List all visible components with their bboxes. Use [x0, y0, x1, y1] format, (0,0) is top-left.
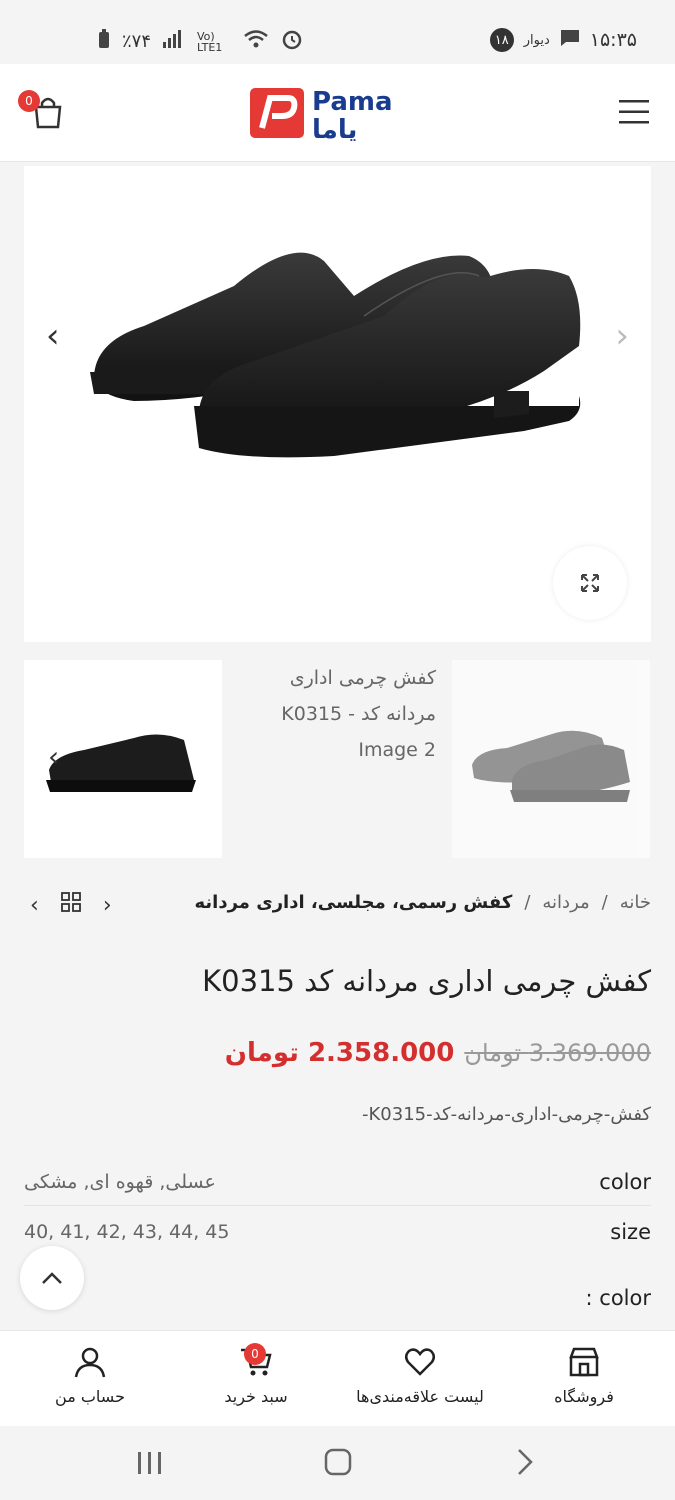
product-title: کفش چرمی اداری مردانه کد K0315 — [202, 964, 651, 998]
thumbnail-1[interactable]: ‹ — [24, 660, 222, 858]
pama-logo[interactable]: Pama پاما — [250, 84, 440, 145]
clock: ۱۵:۳۵ — [589, 29, 637, 51]
prev-product-arrow[interactable]: ‹ — [30, 893, 39, 918]
network-type: Vo) LTE1 — [197, 29, 223, 54]
bottom-nav-wishlist-label: لیست علاقه‌مندی‌ها — [356, 1387, 484, 1406]
header-cart-count-badge: 0 — [18, 90, 40, 112]
thumbnail-2-alt-text: کفش چرمی اداری مردانه کد - K0315 Image 2 — [281, 667, 436, 761]
notification-count-badge: ۱۸ — [489, 28, 514, 52]
thumbnail-2[interactable]: کفش چرمی اداری مردانه کد - K0315 Image 2 — [238, 660, 436, 858]
color-selector-label: : color — [585, 1286, 651, 1310]
gallery-thumbnails: ‹ کفش چرمی اداری مردانه کد - K0315 Image… — [24, 660, 651, 858]
home-button[interactable] — [324, 1446, 352, 1484]
chevron-right-icon — [518, 1449, 533, 1475]
expand-icon — [581, 574, 599, 592]
breadcrumb-item-home[interactable]: خانه — [620, 892, 651, 913]
recent-apps-icon — [138, 1452, 161, 1474]
signal-icon — [163, 30, 185, 53]
attribute-color-value: عسلی, قهوه ای, مشکی — [24, 1170, 216, 1193]
status-left: ٪۷۴ Vo) LTE1 — [98, 28, 303, 55]
bottom-navigation: فروشگاه لیست علاقه‌مندی‌ها 0 سبد خرید حس… — [0, 1330, 675, 1426]
breadcrumb: خانه / مردانه / کفش رسمی، مجلسی، اداری م… — [195, 892, 652, 913]
bottom-nav-cart[interactable]: 0 سبد خرید — [176, 1343, 336, 1406]
home-icon — [324, 1448, 352, 1476]
bottom-nav-account-label: حساب من — [55, 1387, 125, 1406]
thumbnail-prev-arrow[interactable]: ‹ — [48, 740, 59, 773]
bottom-nav-shop[interactable]: فروشگاه — [504, 1345, 664, 1406]
gallery-next-arrow[interactable]: › — [615, 316, 629, 356]
attribute-size-label: size — [610, 1220, 651, 1244]
bottom-nav-shop-label: فروشگاه — [554, 1387, 614, 1406]
breadcrumb-item-category[interactable]: کفش رسمی، مجلسی، اداری مردانه — [195, 892, 513, 913]
logo-persian-text: پاما — [312, 115, 357, 142]
back-button[interactable] — [516, 1446, 534, 1484]
battery-level: ٪۷۴ — [122, 31, 152, 52]
product-navigation: ‹ › — [30, 892, 112, 918]
logo-latin-text: Pama — [312, 87, 393, 117]
thumbnail-3-image — [472, 730, 630, 802]
message-icon — [560, 29, 580, 52]
system-navigation-bar — [0, 1426, 675, 1500]
attribute-row-color: عسلی, قهوه ای, مشکی color — [24, 1158, 651, 1206]
bottom-nav-cart-label: سبد خرید — [224, 1387, 288, 1406]
product-gallery: ‹ › — [24, 166, 651, 642]
attribute-row-size: 40, 41, 42, 43, 44, 45 size — [24, 1208, 651, 1256]
menu-icon — [619, 100, 649, 124]
thumbnail-3[interactable] — [452, 660, 650, 858]
attribute-size-value: 40, 41, 42, 43, 44, 45 — [24, 1221, 230, 1243]
breadcrumb-item-men[interactable]: مردانه — [542, 892, 589, 913]
site-header: 0 Pama پاما — [0, 64, 675, 162]
store-icon — [569, 1347, 599, 1377]
zoom-button[interactable] — [553, 546, 627, 620]
status-right: ۱۸ دیوار ۱۵:۳۵ — [489, 28, 637, 52]
old-price: 3.369.000 تومان — [464, 1039, 651, 1067]
alarm-icon — [281, 28, 303, 55]
bottom-nav-cart-badge: 0 — [244, 1343, 266, 1365]
grid-view-icon[interactable] — [60, 892, 81, 918]
scroll-to-top-button[interactable] — [20, 1246, 84, 1310]
breadcrumb-separator: / — [601, 892, 608, 913]
next-product-arrow[interactable]: › — [103, 893, 112, 918]
bottom-nav-wishlist[interactable]: لیست علاقه‌مندی‌ها — [340, 1345, 500, 1406]
recent-apps-button[interactable] — [136, 1446, 164, 1484]
hamburger-menu-button[interactable] — [619, 100, 649, 124]
breadcrumb-separator: / — [524, 892, 531, 913]
product-slug: کفش-چرمی-اداری-مردانه-کد-K0315- — [362, 1104, 651, 1125]
sale-price: 2.358.000 تومان — [224, 1038, 455, 1068]
bottom-nav-account[interactable]: حساب من — [10, 1345, 170, 1406]
battery-icon — [98, 29, 110, 54]
product-price: 3.369.000 تومان 2.358.000 تومان — [225, 1038, 651, 1068]
chevron-up-icon — [42, 1272, 62, 1284]
wifi-icon — [243, 29, 269, 54]
heart-icon — [405, 1348, 435, 1376]
status-bar: ٪۷۴ Vo) LTE1 ۱۸ دیوار ۱۵:۳۵ — [0, 0, 675, 64]
attribute-color-label: color — [599, 1169, 651, 1194]
user-icon — [74, 1347, 106, 1378]
notification-app-label: دیوار — [523, 32, 550, 48]
